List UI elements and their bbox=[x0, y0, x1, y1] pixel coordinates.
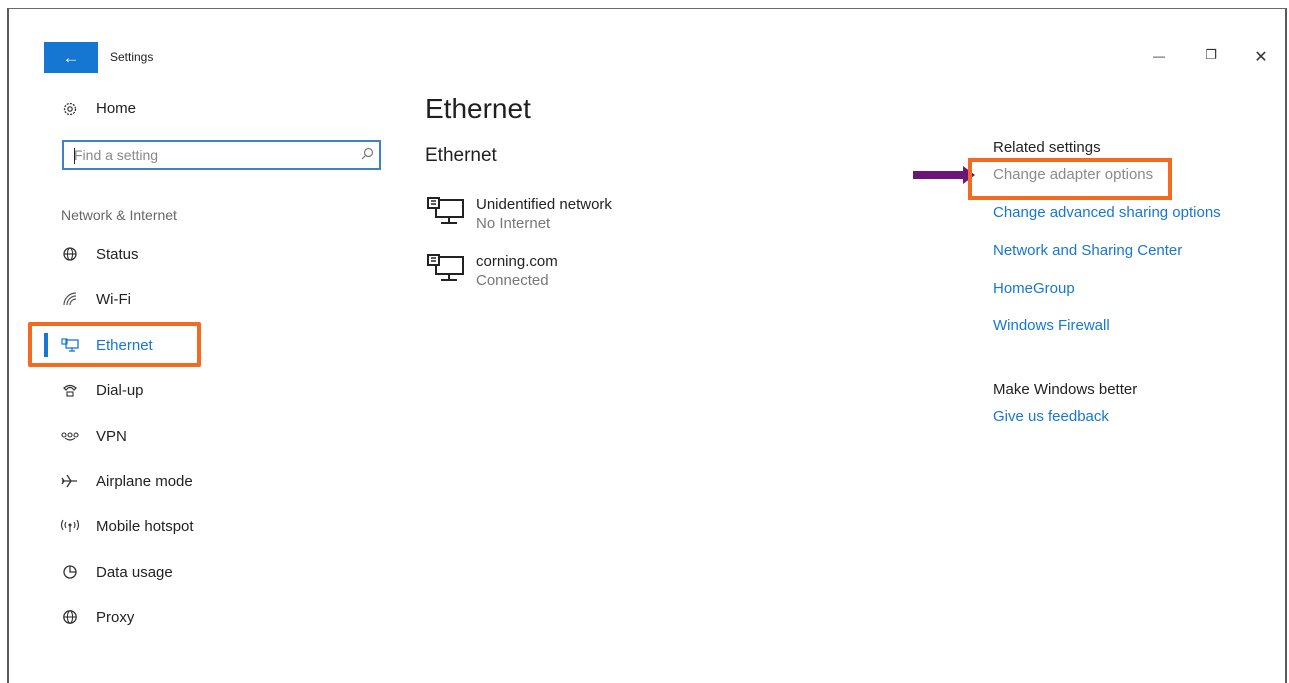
search-input[interactable] bbox=[64, 146, 355, 164]
adapter-options-highlight-box bbox=[968, 158, 1172, 200]
search-icon[interactable] bbox=[355, 147, 379, 163]
restore-button[interactable]: ❐ bbox=[1199, 47, 1223, 63]
minimize-button[interactable]: — bbox=[1147, 47, 1171, 65]
sidebar-item-wifi[interactable]: Wi-Fi bbox=[60, 287, 131, 311]
sidebar-item-label: Proxy bbox=[96, 608, 135, 626]
sidebar-item-label: VPN bbox=[96, 427, 127, 445]
globe-status-icon bbox=[60, 246, 80, 262]
sidebar-item-label: Wi-Fi bbox=[96, 290, 131, 308]
change-advanced-sharing-link[interactable]: Change advanced sharing options bbox=[993, 204, 1221, 221]
dialup-icon bbox=[60, 382, 80, 398]
sidebar-item-vpn[interactable]: VPN bbox=[60, 424, 127, 448]
gear-icon bbox=[60, 101, 80, 117]
airplane-icon bbox=[60, 473, 80, 489]
network-item[interactable]: Unidentified network No Internet bbox=[426, 196, 612, 234]
ethernet-highlight-box bbox=[28, 322, 201, 367]
restore-icon: ❐ bbox=[1205, 47, 1217, 62]
sidebar-item-status[interactable]: Status bbox=[60, 242, 139, 266]
app-title: Settings bbox=[110, 50, 154, 64]
hotspot-icon bbox=[60, 519, 80, 533]
windows-firewall-link[interactable]: Windows Firewall bbox=[993, 317, 1110, 334]
annotation-arrow-icon bbox=[913, 166, 975, 184]
sidebar-group-label: Network & Internet bbox=[61, 207, 177, 223]
vpn-icon bbox=[60, 430, 80, 442]
minimize-icon: — bbox=[1153, 49, 1165, 63]
page-title: Ethernet bbox=[425, 93, 531, 124]
homegroup-link[interactable]: HomeGroup bbox=[993, 280, 1075, 297]
related-settings-heading: Related settings bbox=[993, 139, 1101, 156]
network-name: Unidentified network bbox=[476, 196, 612, 213]
network-status: Connected bbox=[476, 272, 549, 289]
sidebar-item-dialup[interactable]: Dial-up bbox=[60, 378, 144, 402]
ethernet-network-icon bbox=[427, 197, 464, 224]
back-button[interactable]: ← bbox=[44, 42, 98, 73]
sidebar-item-hotspot[interactable]: Mobile hotspot bbox=[60, 514, 194, 538]
network-status: No Internet bbox=[476, 215, 551, 232]
network-sharing-center-link[interactable]: Network and Sharing Center bbox=[993, 242, 1182, 259]
sidebar-item-airplane[interactable]: Airplane mode bbox=[60, 469, 193, 493]
sidebar-item-label: Status bbox=[96, 245, 139, 263]
search-box[interactable] bbox=[62, 140, 381, 170]
network-name: corning.com bbox=[476, 253, 558, 270]
ethernet-network-icon bbox=[427, 254, 464, 281]
wifi-icon bbox=[60, 291, 80, 307]
section-title: Ethernet bbox=[425, 145, 497, 166]
network-item[interactable]: corning.com Connected bbox=[426, 253, 558, 291]
sidebar-item-label: Airplane mode bbox=[96, 472, 193, 490]
back-arrow-icon: ← bbox=[62, 47, 80, 67]
sidebar-item-proxy[interactable]: Proxy bbox=[60, 605, 134, 629]
text-cursor bbox=[74, 148, 75, 164]
sidebar-item-label: Home bbox=[96, 100, 137, 117]
give-feedback-link[interactable]: Give us feedback bbox=[993, 408, 1109, 425]
globe-icon bbox=[60, 609, 80, 625]
close-icon: ✕ bbox=[1254, 49, 1268, 66]
sidebar-item-label: Mobile hotspot bbox=[96, 517, 194, 535]
sidebar-item-data-usage[interactable]: Data usage bbox=[60, 560, 173, 584]
sidebar-item-label: Data usage bbox=[96, 563, 173, 581]
sidebar-item-home[interactable]: Home bbox=[60, 100, 136, 117]
close-button[interactable]: ✕ bbox=[1249, 47, 1273, 67]
data-usage-icon bbox=[60, 564, 80, 580]
make-windows-better-heading: Make Windows better bbox=[993, 381, 1138, 398]
sidebar-item-label: Dial-up bbox=[96, 381, 144, 399]
